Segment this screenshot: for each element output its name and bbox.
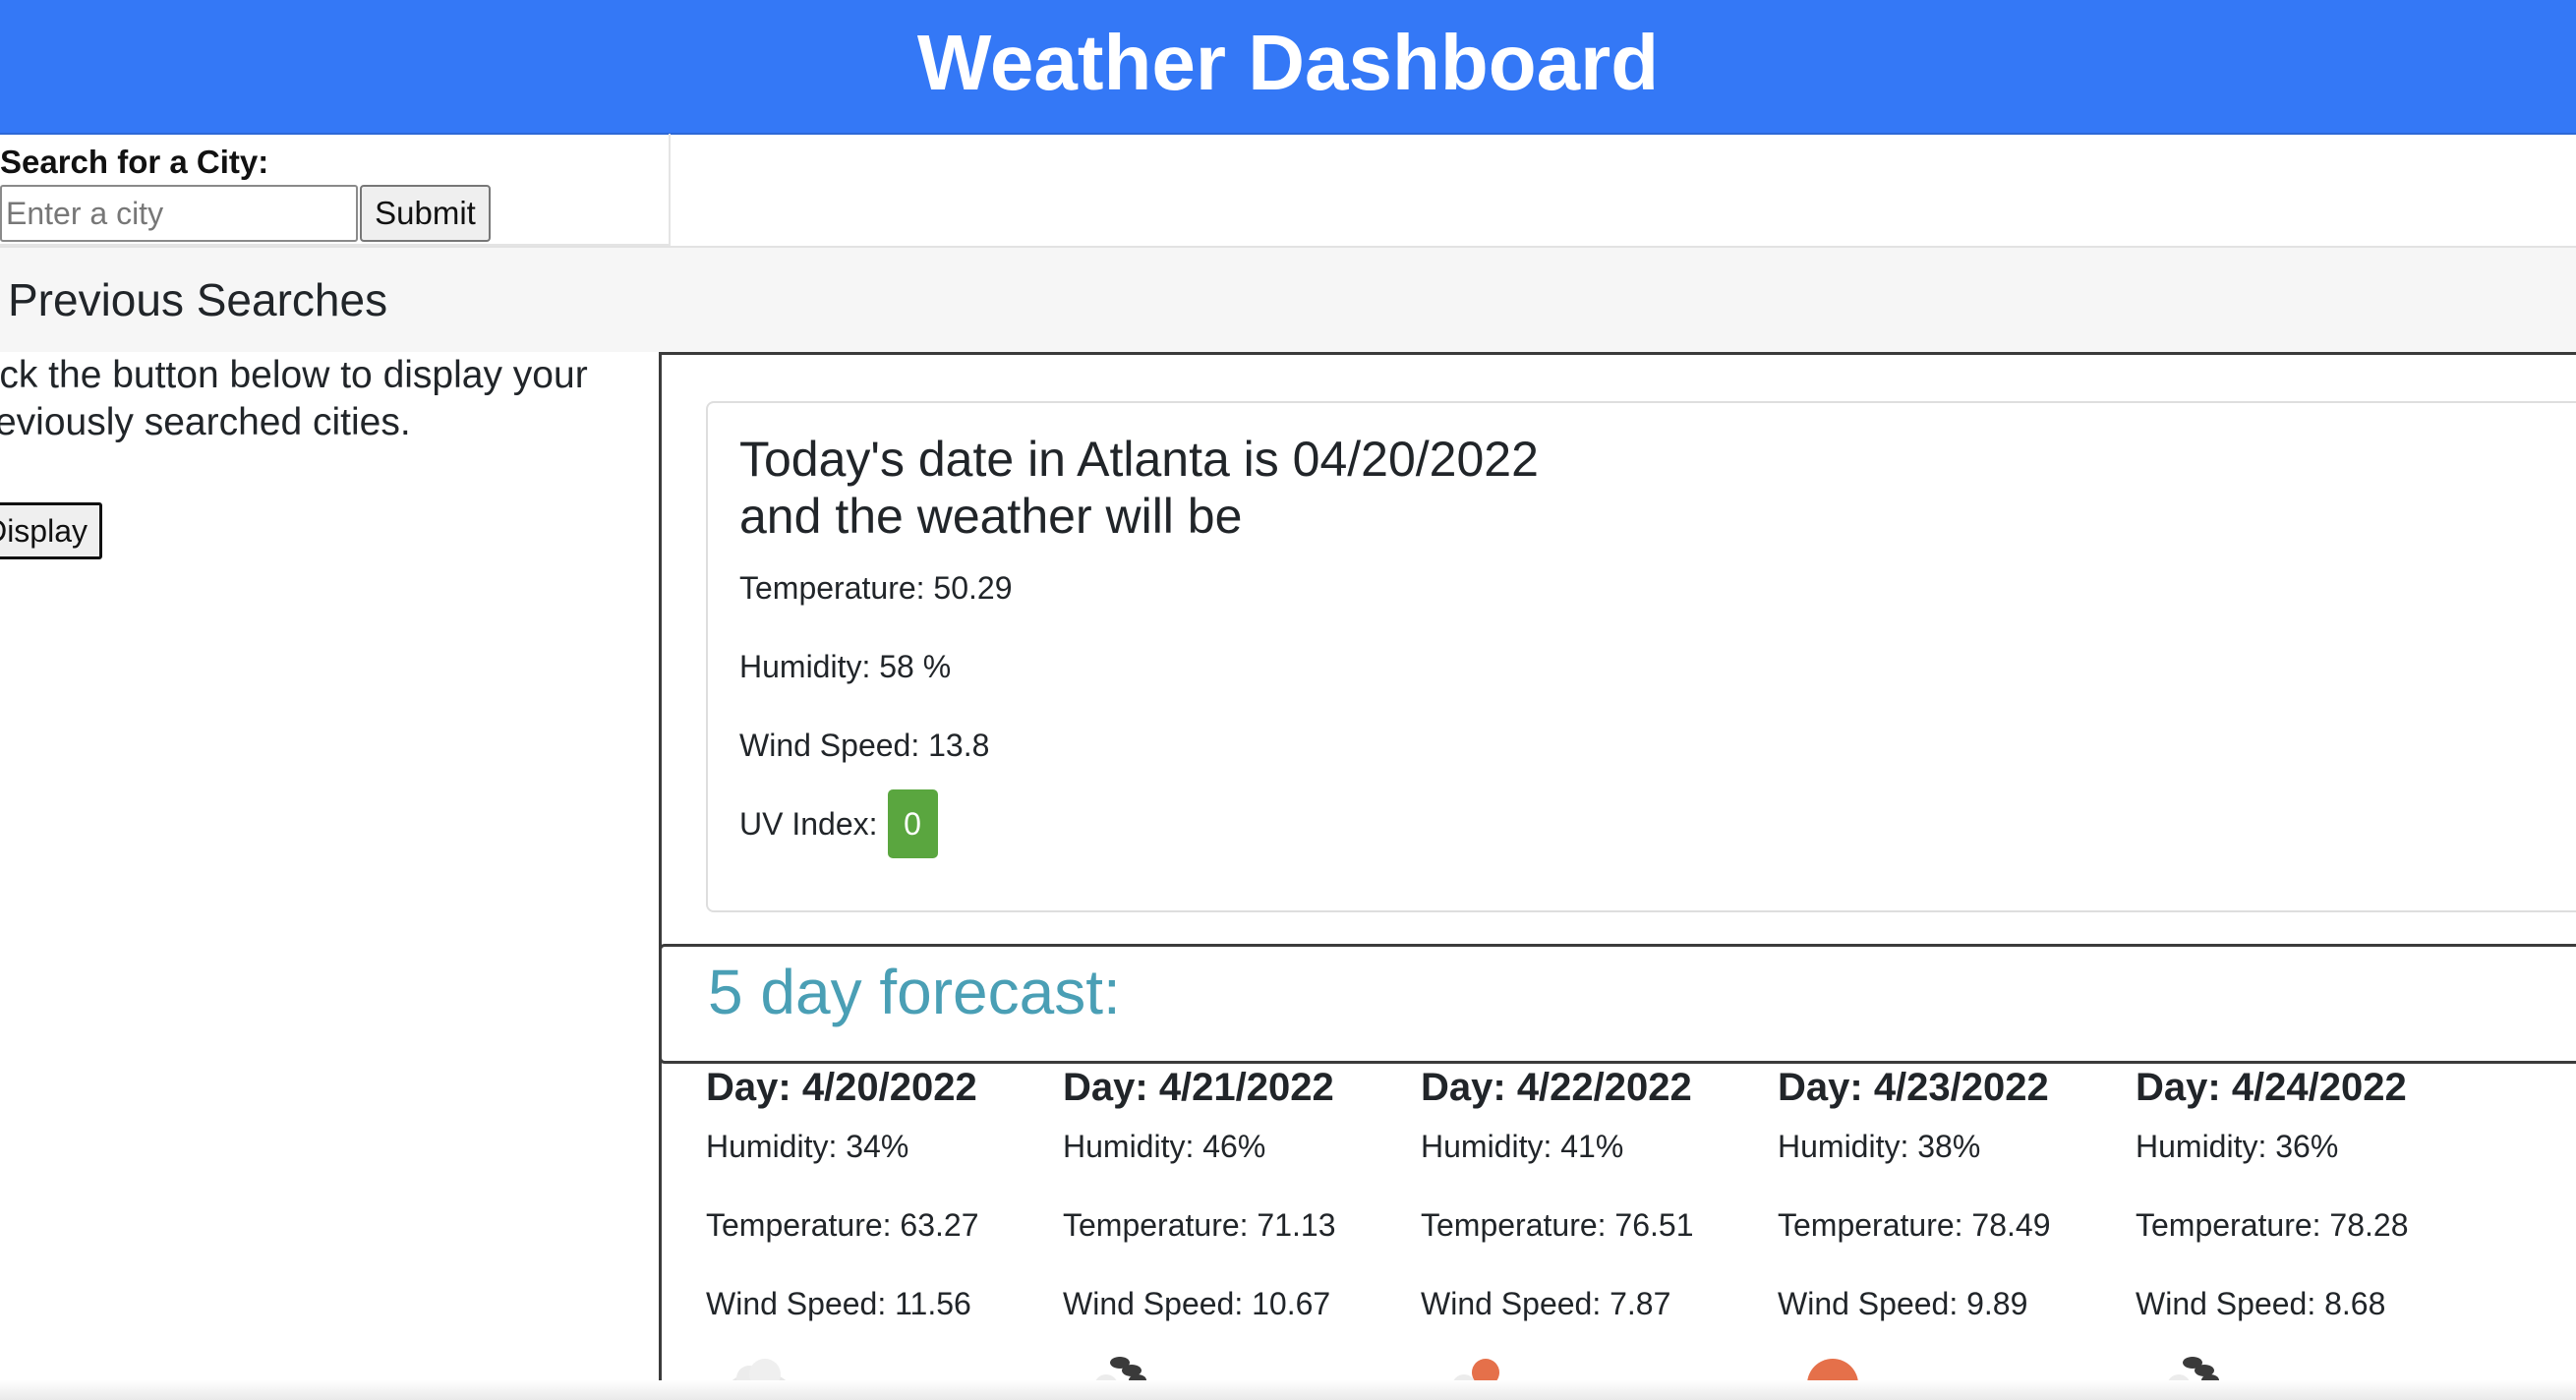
- forecast-day-temperature: Temperature: 78.28: [2136, 1207, 2409, 1243]
- submit-button[interactable]: Submit: [360, 185, 491, 242]
- forecast-day-humidity: Humidity: 41%: [1421, 1129, 1624, 1164]
- previous-searches-title: Previous Searches: [8, 274, 388, 325]
- forecast-day-humidity: Humidity: 34%: [706, 1129, 909, 1164]
- uv-index-badge: 0: [887, 789, 938, 858]
- forecast-title: 5 day forecast:: [708, 957, 1121, 1027]
- forecast-day-date: Day: 4/21/2022: [1063, 1066, 1334, 1109]
- forecast-day-wind: Wind Speed: 7.87: [1421, 1286, 1671, 1321]
- display-button[interactable]: Display: [0, 502, 102, 559]
- forecast-day-card: Day: 4/23/2022 Humidity: 38% Temperature…: [1778, 1062, 2132, 1400]
- forecast-day-date: Day: 4/22/2022: [1421, 1066, 1692, 1109]
- today-heading-line2: and the weather will be: [739, 489, 1243, 544]
- forecast-day-temperature: Temperature: 76.51: [1421, 1207, 1694, 1243]
- forecast-day-date: Day: 4/24/2022: [2136, 1066, 2407, 1109]
- page: Weather Dashboard Search for a City: Sub…: [0, 0, 2576, 1400]
- today-humidity: Humidity: 58 %: [739, 649, 952, 684]
- forecast-day-wind: Wind Speed: 11.56: [706, 1286, 971, 1321]
- forecast-day-card: Day: 4/22/2022 Humidity: 41% Temperature…: [1421, 1062, 1775, 1400]
- forecast-day-date: Day: 4/23/2022: [1778, 1066, 2049, 1109]
- uv-index-label: UV Index:: [739, 805, 878, 842]
- today-heading: Today's date in Atlanta is 04/20/2022 an…: [739, 431, 1919, 545]
- today-heading-line1: Today's date in Atlanta is 04/20/2022: [739, 432, 1539, 487]
- search-label: Search for a City:: [0, 144, 269, 180]
- today-temperature: Temperature: 50.29: [739, 570, 1013, 606]
- bottom-fade: [0, 1380, 2576, 1400]
- city-search-input[interactable]: [0, 185, 358, 242]
- forecast-day-card: Day: 4/24/2022 Humidity: 36% Temperature…: [2136, 1062, 2489, 1400]
- forecast-day-card: Day: 4/20/2022 Humidity: 34% Temperature…: [706, 1062, 1060, 1400]
- forecast-day-card: Day: 4/21/2022 Humidity: 46% Temperature…: [1063, 1062, 1417, 1400]
- forecast-day-humidity: Humidity: 46%: [1063, 1129, 1266, 1164]
- forecast-day-wind: Wind Speed: 9.89: [1778, 1286, 2028, 1321]
- forecast-day-wind: Wind Speed: 10.67: [1063, 1286, 1331, 1321]
- forecast-day-temperature: Temperature: 63.27: [706, 1207, 979, 1243]
- previous-searches-description: lick the button below to display your re…: [0, 354, 588, 443]
- forecast-day-wind: Wind Speed: 8.68: [2136, 1286, 2386, 1321]
- forecast-day-humidity: Humidity: 38%: [1778, 1129, 1981, 1164]
- uv-index-row: UV Index: 0: [739, 789, 938, 858]
- page-title: Weather Dashboard: [916, 18, 1660, 106]
- forecast-day-temperature: Temperature: 78.49: [1778, 1207, 2051, 1243]
- header-bar: Weather Dashboard: [0, 0, 2576, 135]
- forecast-day-humidity: Humidity: 36%: [2136, 1129, 2339, 1164]
- forecast-day-temperature: Temperature: 71.13: [1063, 1207, 1336, 1243]
- today-wind-speed: Wind Speed: 13.8: [739, 728, 990, 763]
- forecast-day-date: Day: 4/20/2022: [706, 1066, 977, 1109]
